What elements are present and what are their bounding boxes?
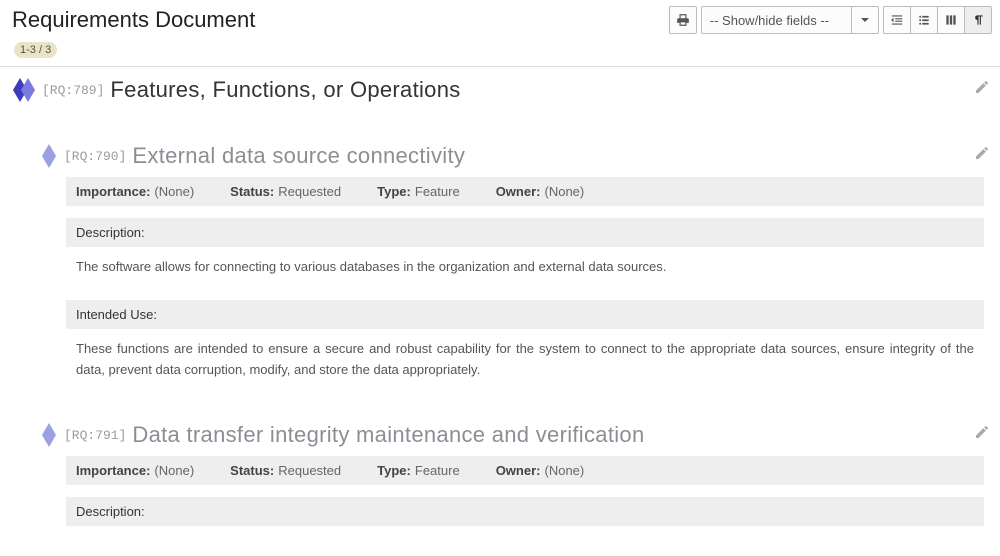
owner-field: Owner (None) bbox=[496, 463, 585, 478]
field-label: Status bbox=[230, 463, 274, 478]
outdent-icon bbox=[890, 13, 904, 27]
requirement-id: [RQ:790] bbox=[64, 149, 126, 164]
owner-field: Owner (None) bbox=[496, 184, 585, 199]
content-area: [RQ:789] Features, Functions, or Operati… bbox=[0, 67, 1000, 526]
page-counter: 1-3 / 3 bbox=[14, 40, 1000, 58]
columns-icon bbox=[944, 13, 958, 27]
intended-use-block: Intended Use: These functions are intend… bbox=[66, 300, 984, 391]
document-title: Requirements Document bbox=[12, 7, 255, 33]
show-hide-fields-dropdown[interactable]: -- Show/hide fields -- bbox=[701, 6, 879, 34]
page-counter-badge: 1-3 / 3 bbox=[14, 42, 57, 58]
section-title: Features, Functions, or Operations bbox=[110, 77, 460, 103]
header-bar: Requirements Document -- Show/hide field… bbox=[0, 0, 1000, 38]
field-value: (None) bbox=[545, 184, 585, 199]
field-value: Requested bbox=[278, 184, 341, 199]
outdent-view-button[interactable] bbox=[884, 7, 910, 33]
field-label: Status bbox=[230, 184, 274, 199]
chevron-down-icon bbox=[851, 7, 878, 33]
fields-row: Importance (None) Status Requested Type Fea… bbox=[66, 456, 984, 485]
list-icon bbox=[917, 13, 931, 27]
description-block: Description: The software allows for con… bbox=[66, 218, 984, 288]
importance-field: Importance (None) bbox=[76, 184, 194, 199]
description-block: Description: bbox=[66, 497, 984, 526]
field-value: Feature bbox=[415, 463, 460, 478]
field-label: Type bbox=[377, 184, 411, 199]
field-label: Importance bbox=[76, 184, 150, 199]
paragraph-view-button[interactable] bbox=[964, 7, 991, 33]
field-value: (None) bbox=[154, 184, 194, 199]
field-value: Feature bbox=[415, 184, 460, 199]
type-field: Type Feature bbox=[377, 463, 460, 478]
diamond-icon bbox=[40, 426, 58, 444]
field-value: Requested bbox=[278, 463, 341, 478]
field-value: (None) bbox=[545, 463, 585, 478]
pencil-icon bbox=[974, 145, 990, 161]
status-field: Status Requested bbox=[230, 463, 341, 478]
description-label-band: Description: bbox=[66, 497, 984, 526]
print-button[interactable] bbox=[669, 6, 697, 34]
edit-button[interactable] bbox=[974, 424, 990, 445]
field-value: (None) bbox=[154, 463, 194, 478]
diamond-icon bbox=[12, 78, 36, 102]
pencil-icon bbox=[974, 424, 990, 440]
field-label: Importance bbox=[76, 463, 150, 478]
requirement-header: [RQ:790] External data source connectivi… bbox=[10, 141, 990, 177]
field-label: Owner bbox=[496, 184, 541, 199]
importance-field: Importance (None) bbox=[76, 463, 194, 478]
requirement-id: [RQ:789] bbox=[42, 83, 104, 98]
diamond-icon bbox=[40, 147, 58, 165]
printer-icon bbox=[676, 13, 690, 27]
status-field: Status Requested bbox=[230, 184, 341, 199]
pencil-icon bbox=[974, 79, 990, 95]
description-text: The software allows for connecting to va… bbox=[66, 247, 984, 288]
section-header: [RQ:789] Features, Functions, or Operati… bbox=[10, 75, 990, 111]
list-view-button[interactable] bbox=[910, 7, 937, 33]
type-field: Type Feature bbox=[377, 184, 460, 199]
fields-block: Importance (None) Status Requested Type Fea… bbox=[66, 177, 984, 206]
description-label-band: Description: bbox=[66, 218, 984, 247]
requirement-title: Data transfer integrity maintenance and … bbox=[132, 422, 644, 448]
requirement-790: [RQ:790] External data source connectivi… bbox=[10, 141, 990, 390]
requirement-header: [RQ:791] Data transfer integrity mainten… bbox=[10, 420, 990, 456]
columns-view-button[interactable] bbox=[937, 7, 964, 33]
intended-use-label-band: Intended Use: bbox=[66, 300, 984, 329]
fields-block: Importance (None) Status Requested Type Fea… bbox=[66, 456, 984, 485]
field-label: Type bbox=[377, 463, 411, 478]
edit-button[interactable] bbox=[974, 145, 990, 166]
section-789: [RQ:789] Features, Functions, or Operati… bbox=[10, 75, 990, 111]
edit-button[interactable] bbox=[974, 79, 990, 100]
dropdown-label: -- Show/hide fields -- bbox=[702, 7, 851, 33]
fields-row: Importance (None) Status Requested Type Fea… bbox=[66, 177, 984, 206]
toolbar: -- Show/hide fields -- bbox=[669, 6, 992, 34]
requirement-title: External data source connectivity bbox=[132, 143, 465, 169]
view-mode-group bbox=[883, 6, 992, 34]
field-label: Owner bbox=[496, 463, 541, 478]
pilcrow-icon bbox=[971, 13, 985, 27]
requirement-791: [RQ:791] Data transfer integrity mainten… bbox=[10, 420, 990, 526]
requirement-id: [RQ:791] bbox=[64, 428, 126, 443]
intended-use-text: These functions are intended to ensure a… bbox=[66, 329, 984, 391]
